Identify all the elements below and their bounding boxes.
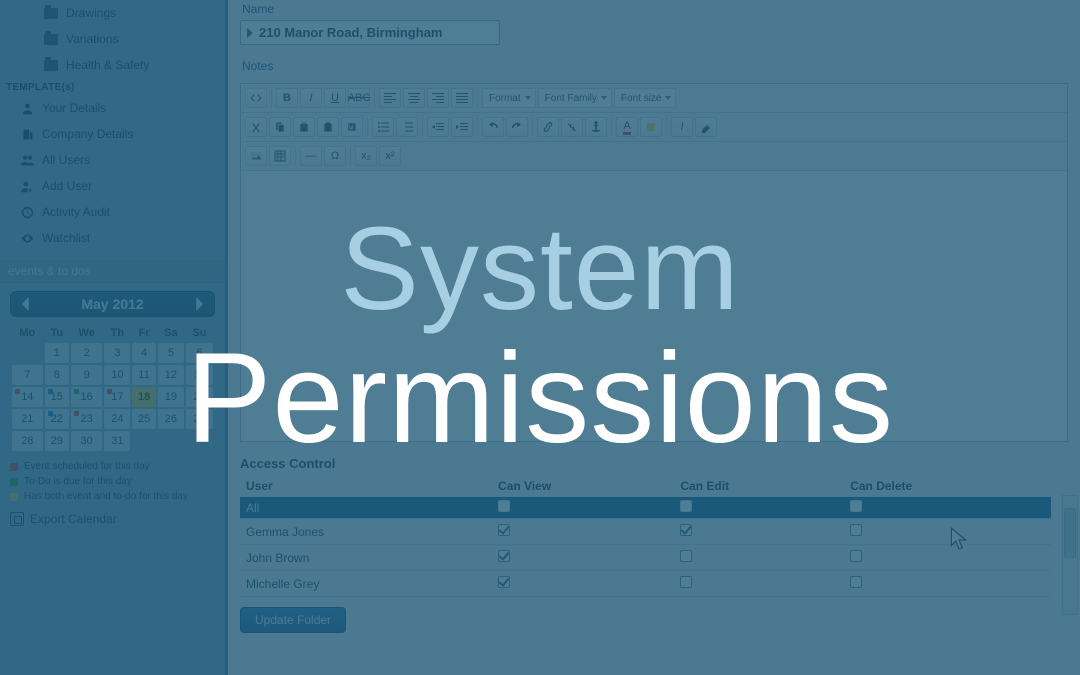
overlay-tint — [0, 0, 1080, 675]
